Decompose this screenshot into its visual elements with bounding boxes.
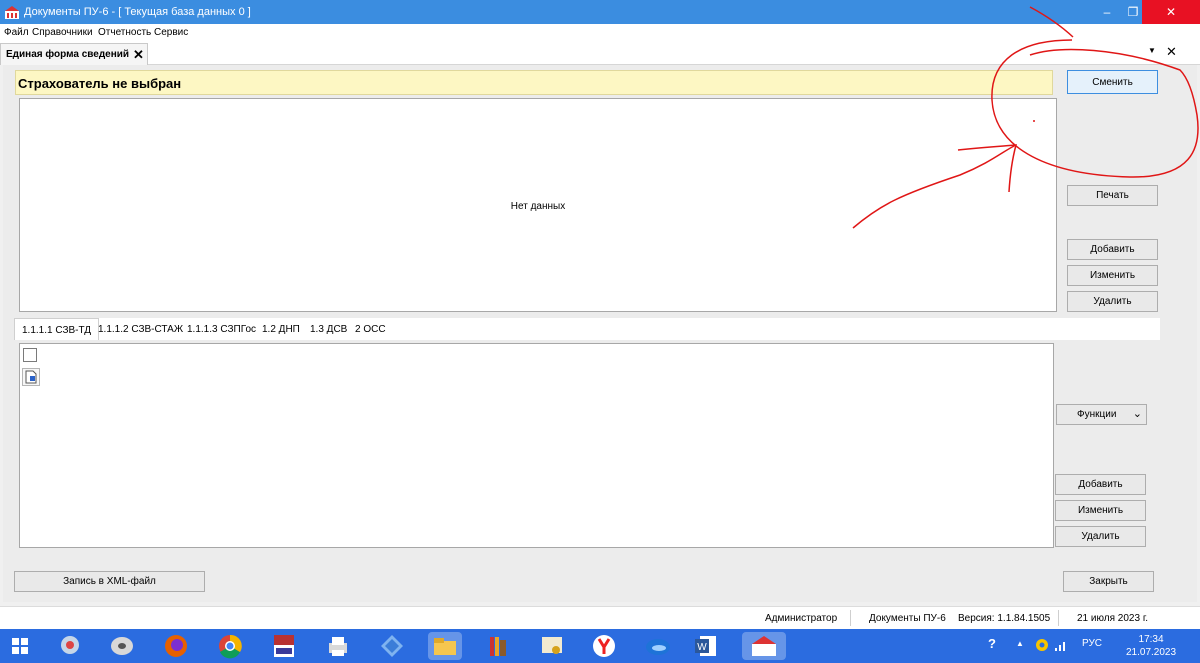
menu-service[interactable]: Сервис	[154, 27, 188, 38]
firefox-icon[interactable]	[162, 632, 190, 660]
network-tool-icon[interactable]	[56, 632, 84, 660]
report-type-tabs: 1.1.1.1 СЗВ-ТД 1.1.1.2 СЗВ-СТАЖ 1.1.1.3 …	[14, 318, 1160, 340]
close-tab-icon[interactable]: ✕	[133, 47, 144, 63]
file-explorer-icon[interactable]	[428, 632, 462, 660]
page-icon	[25, 370, 37, 384]
disk-tool-icon[interactable]	[108, 632, 136, 660]
functions-label: Функции	[1077, 409, 1117, 420]
tray-clock[interactable]: 17:34 21.07.2023	[1126, 633, 1176, 659]
status-app: Документы ПУ-6	[869, 613, 946, 624]
change-insurer-button[interactable]: Сменить	[1067, 70, 1158, 94]
add-top-button[interactable]: Добавить	[1067, 239, 1158, 260]
menu-reports[interactable]: Отчетность	[98, 27, 151, 38]
status-date: 21 июля 2023 г.	[1077, 613, 1149, 624]
pu6-app-icon[interactable]	[742, 632, 786, 660]
close-window-button[interactable]: ✕	[1142, 0, 1200, 24]
edit-bottom-button[interactable]: Изменить	[1055, 500, 1146, 521]
tab-szv-stazh[interactable]: 1.1.1.2 СЗВ-СТАЖ	[98, 324, 183, 335]
minimize-button[interactable]: –	[1094, 0, 1120, 24]
taskbar: W ? ▲ РУС 17:34 21.07.2023	[0, 629, 1200, 663]
tray-expand-icon[interactable]: ▲	[1016, 639, 1024, 648]
yandex-browser-icon[interactable]	[590, 632, 618, 660]
certificate-icon[interactable]	[538, 632, 566, 660]
menu-directories[interactable]: Справочники	[32, 27, 93, 38]
tab-label: Единая форма сведений	[6, 49, 130, 60]
status-user: Администратор	[765, 613, 838, 624]
tab-dsv[interactable]: 1.3 ДСВ	[310, 324, 347, 335]
write-xml-button[interactable]: Запись в XML-файл	[14, 571, 205, 592]
insurer-data-grid[interactable]: Нет данных	[19, 98, 1057, 312]
app-logo-icon	[5, 6, 19, 19]
help-icon[interactable]: ?	[988, 636, 996, 651]
pdf-tool-icon[interactable]	[270, 632, 298, 660]
edge-icon[interactable]	[644, 632, 672, 660]
diamond-app-icon[interactable]	[378, 632, 406, 660]
chrome-icon[interactable]	[216, 632, 244, 660]
language-indicator[interactable]: РУС	[1082, 638, 1102, 649]
tab-szpgos[interactable]: 1.1.1.3 СЗПГос	[187, 324, 256, 335]
document-icon[interactable]	[22, 368, 40, 386]
tab-szv-td[interactable]: 1.1.1.1 СЗВ-ТД	[14, 318, 100, 340]
menu-bar: Файл Справочники Отчетность Сервис	[0, 24, 1200, 41]
title-bar: Документы ПУ-6 - [ Текущая база данных 0…	[0, 0, 1200, 24]
no-data-text: Нет данных	[510, 201, 566, 212]
insurer-banner: Страхователь не выбран	[15, 70, 1053, 95]
delete-bottom-button[interactable]: Удалить	[1055, 526, 1146, 547]
print-button[interactable]: Печать	[1067, 185, 1158, 206]
windows-start-icon[interactable]	[6, 632, 34, 660]
tray-app-icon[interactable]	[1034, 637, 1050, 653]
insurer-status: Страхователь не выбран	[18, 76, 182, 91]
tab-dnp[interactable]: 1.2 ДНП	[262, 324, 300, 335]
menu-file[interactable]: Файл	[4, 27, 29, 38]
tab-unified-form[interactable]: Единая форма сведений ✕	[0, 43, 148, 65]
add-bottom-button[interactable]: Добавить	[1055, 474, 1146, 495]
edit-top-button[interactable]: Изменить	[1067, 265, 1158, 286]
word-icon[interactable]: W	[692, 632, 720, 660]
document-tab-strip: Единая форма сведений ✕ ▼ ✕	[0, 41, 1200, 65]
documents-grid[interactable]	[19, 343, 1054, 548]
status-bar: Администратор Документы ПУ-6 Версия: 1.1…	[0, 606, 1200, 629]
status-version: Версия: 1.1.84.1505	[958, 613, 1051, 624]
select-all-checkbox[interactable]	[23, 348, 37, 362]
clock-time: 17:34	[1138, 634, 1164, 645]
clock-date: 21.07.2023	[1126, 647, 1177, 658]
delete-top-button[interactable]: Удалить	[1067, 291, 1158, 312]
chevron-down-icon: ⌄	[1132, 408, 1142, 420]
functions-dropdown[interactable]: Функции ⌄	[1056, 404, 1147, 425]
status-separator	[1058, 610, 1059, 626]
status-separator	[850, 610, 851, 626]
tab-list-dropdown-icon[interactable]: ▼	[1148, 46, 1156, 55]
books-app-icon[interactable]	[484, 632, 512, 660]
window-title: Документы ПУ-6 - [ Текущая база данных 0…	[24, 6, 251, 18]
network-signal-icon[interactable]	[1054, 638, 1068, 652]
tab-oss[interactable]: 2 ОСС	[355, 324, 386, 335]
svg-text:W: W	[697, 642, 707, 653]
close-document-icon[interactable]: ✕	[1166, 44, 1177, 60]
close-form-button[interactable]: Закрыть	[1063, 571, 1154, 592]
printer-icon[interactable]	[324, 632, 352, 660]
